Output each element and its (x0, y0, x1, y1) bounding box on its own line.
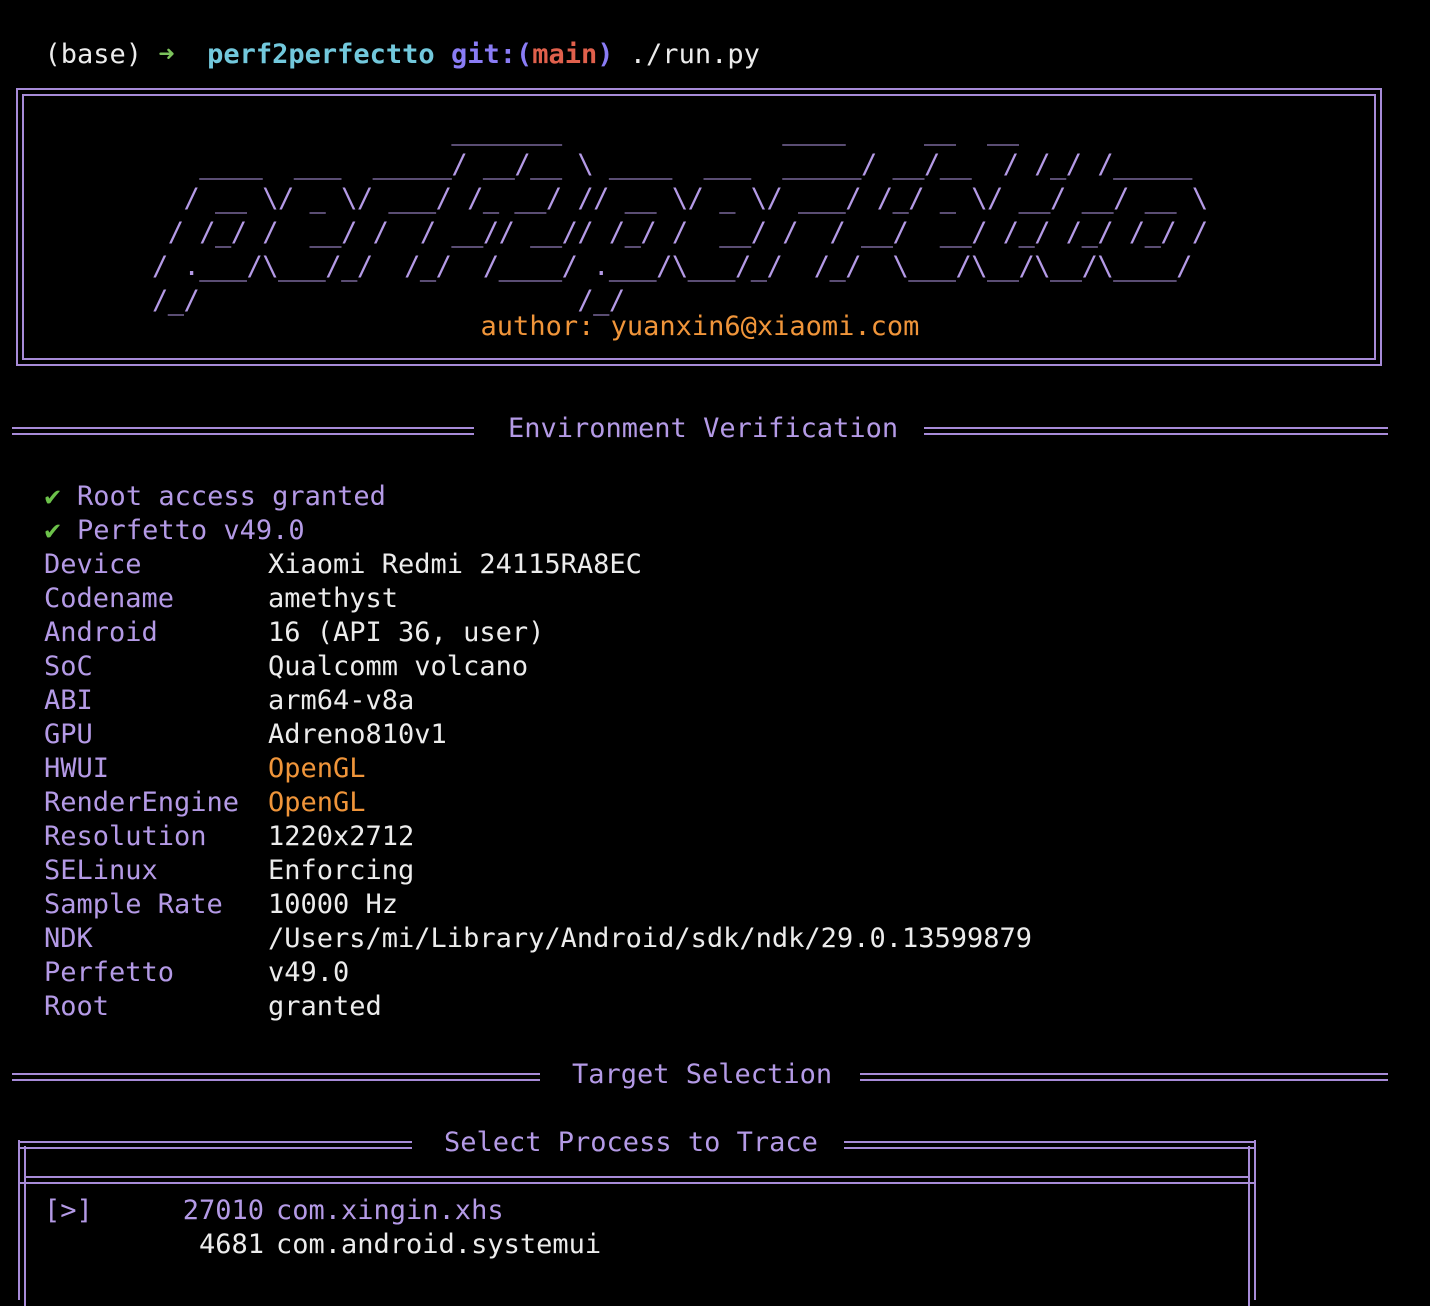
env-value: 16 (API 36, user) (268, 617, 545, 648)
env-value: arm64-v8a (268, 685, 415, 716)
git-branch: main (532, 39, 598, 70)
section-rule-left (12, 1073, 540, 1081)
process-name: com.xingin.xhs (276, 1195, 504, 1226)
env-value: /Users/mi/Library/Android/sdk/ndk/29.0.1… (268, 923, 1033, 954)
env-key: Root (44, 991, 110, 1022)
env-key: SoC (44, 651, 93, 682)
process-name: com.android.systemui (276, 1229, 602, 1260)
process-row[interactable]: [>] 27010 com.xingin.xhs (44, 1194, 504, 1228)
env-value: v49.0 (268, 957, 350, 988)
env-key: HWUI (44, 753, 110, 784)
section-title-environment: Environment Verification (508, 413, 899, 444)
shell-command: ./run.py (629, 39, 760, 70)
env-value: Qualcomm volcano (268, 651, 529, 682)
author-line: author: yuanxin6@xiaomi.com (480, 311, 920, 342)
env-row-root: Root granted (44, 990, 382, 1024)
process-pid: 4681 (198, 1229, 264, 1260)
env-key: Perfetto (44, 957, 175, 988)
panel-top-border-inner (18, 1182, 1254, 1184)
env-key: ABI (44, 685, 93, 716)
env-row-sample-rate: Sample Rate 10000 Hz (44, 888, 398, 922)
env-key: NDK (44, 923, 93, 954)
panel-rule-left (18, 1141, 412, 1149)
check-text: Perfetto v49.0 (77, 515, 305, 546)
env-value: Enforcing (268, 855, 415, 886)
arrow-icon: ➜ (158, 39, 175, 70)
git-label-close: ) (597, 39, 614, 70)
conda-env-label: (base) (44, 39, 143, 70)
env-value: OpenGL (268, 787, 366, 818)
panel-top-border (24, 1176, 1250, 1178)
process-panel-title: Select Process to Trace (444, 1127, 818, 1158)
env-value: Xiaomi Redmi 24115RA8EC (268, 549, 642, 580)
env-key: Sample Rate (44, 889, 223, 920)
env-row-perfetto: Perfetto v49.0 (44, 956, 349, 990)
env-row-soc: SoC Qualcomm volcano (44, 650, 528, 684)
section-rule-left (12, 427, 474, 435)
env-row-gpu: GPU Adreno810v1 (44, 718, 447, 752)
env-value: 10000 Hz (268, 889, 399, 920)
env-row-ndk: NDK/Users/mi/Library/Android/sdk/ndk/29.… (44, 922, 1032, 956)
check-perfetto: ✔ Perfetto v49.0 (12, 480, 305, 546)
env-key: RenderEngine (44, 787, 240, 818)
env-key: GPU (44, 719, 93, 750)
section-rule-right (860, 1073, 1388, 1081)
env-row-abi: ABI arm64-v8a (44, 684, 414, 718)
shell-prompt: (base) ➜ perf2perfectto git:(main) ./run… (12, 4, 760, 70)
env-row-android: Android 16 (API 36, user) (44, 616, 544, 650)
git-label: git:( (450, 39, 533, 70)
section-title-target: Target Selection (572, 1059, 833, 1090)
env-row-resolution: Resolution 1220x2712 (44, 820, 414, 854)
selection-marker: [>] (44, 1195, 93, 1226)
env-row-codename: Codename amethyst (44, 582, 398, 616)
env-row-selinux: SELinux Enforcing (44, 854, 414, 888)
process-pid: 27010 (182, 1195, 264, 1226)
panel-rule-right (844, 1141, 1254, 1149)
process-row[interactable]: 4681 com.android.systemui (44, 1228, 601, 1262)
env-row-device: Device Xiaomi Redmi 24115RA8EC (44, 548, 642, 582)
env-key: Device (44, 549, 142, 580)
env-key: Android (44, 617, 158, 648)
env-key: Resolution (44, 821, 207, 852)
env-row-renderengine: RenderEngine OpenGL (44, 786, 366, 820)
env-value: OpenGL (268, 753, 366, 784)
section-rule-right (924, 427, 1388, 435)
ascii-logo: _______ ____ __ __ ____ ___ _____/ __/__… (152, 115, 1208, 316)
env-key: Codename (44, 583, 175, 614)
check-icon: ✔ (44, 515, 61, 546)
env-value: granted (268, 991, 382, 1022)
current-directory: perf2perfectto (207, 39, 435, 70)
env-value: amethyst (268, 583, 399, 614)
env-value: Adreno810v1 (268, 719, 447, 750)
check-root: ✔ Root access granted (12, 446, 386, 512)
env-value: 1220x2712 (268, 821, 415, 852)
env-row-hwui: HWUI OpenGL (44, 752, 366, 786)
env-key: SELinux (44, 855, 158, 886)
